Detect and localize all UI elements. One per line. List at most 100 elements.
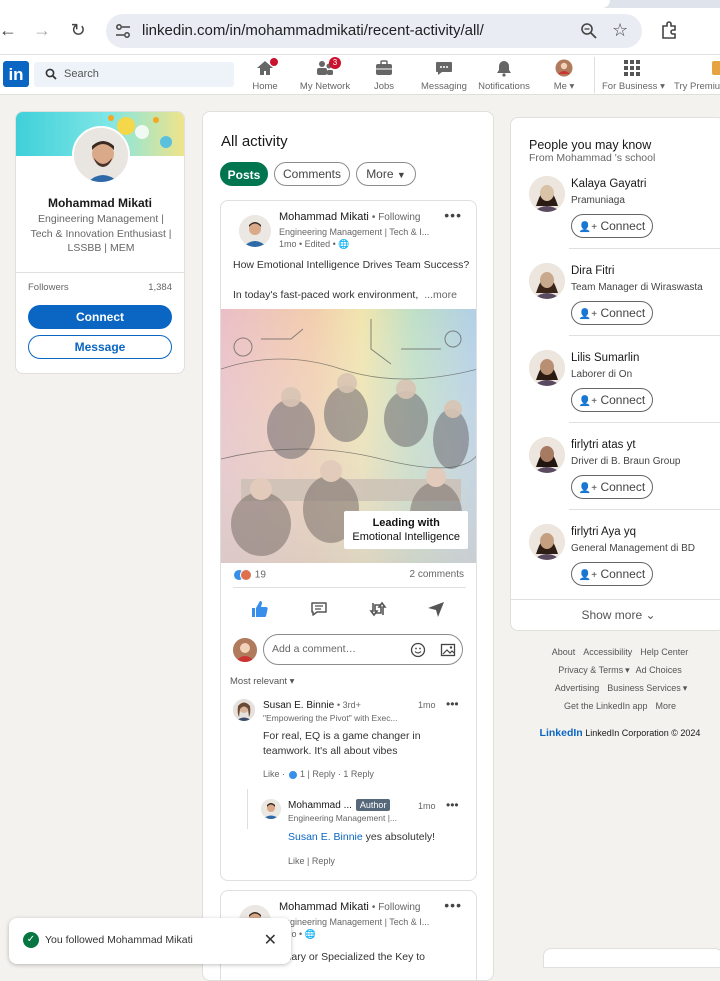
nav-for-business-label: For Business — [602, 81, 658, 92]
comment-icon[interactable] — [309, 599, 329, 619]
comment-text: For real, EQ is a game changer in teamwo… — [263, 730, 421, 757]
post-author-name[interactable]: Mohammad Mikati — [279, 901, 369, 913]
post-image[interactable]: Leading with Emotional Intelligence — [221, 309, 476, 563]
comment-like-button[interactable]: Like — [263, 769, 280, 779]
linkedin-logo[interactable]: in — [3, 61, 29, 87]
comment-author-avatar[interactable] — [233, 699, 255, 721]
footer-link[interactable]: Business Services — [607, 683, 681, 693]
connect-button[interactable]: 👤+ Connect — [571, 475, 653, 499]
caret-down-icon: ▾ — [660, 81, 665, 92]
toast-text: You followed Mohammad Mikati — [45, 934, 193, 946]
show-more-button[interactable]: Show more ⌄ — [511, 608, 720, 622]
person-name[interactable]: firlytri atas yt — [571, 439, 636, 451]
reply-time: 1mo — [418, 801, 436, 811]
connect-label: Connect — [600, 306, 646, 320]
sort-dropdown[interactable]: Most relevant ▾ — [230, 676, 294, 687]
connect-button[interactable]: 👤+ Connect — [571, 301, 653, 325]
search-bar[interactable]: Search — [34, 62, 234, 87]
bookmark-star-icon[interactable]: ☆ — [612, 20, 628, 41]
mention-link[interactable]: Susan E. Binnie — [288, 831, 363, 843]
follow-toast: ✓ You followed Mohammad Mikati ✕ — [9, 918, 291, 964]
url-text[interactable]: linkedin.com/in/mohammadmikati/recent-ac… — [142, 22, 484, 39]
back-arrow-icon[interactable]: ← — [0, 18, 20, 42]
nav-jobs[interactable]: Jobs — [370, 59, 398, 92]
repost-icon[interactable] — [368, 599, 388, 619]
footer-link[interactable]: Privacy & Terms — [558, 665, 623, 675]
tab-comments[interactable]: Comments — [274, 162, 350, 186]
comment-reply-button[interactable]: Reply — [312, 769, 335, 779]
tab-more[interactable]: More ▼ — [356, 162, 416, 186]
footer-link[interactable]: More — [656, 701, 677, 711]
close-icon[interactable]: ✕ — [264, 930, 277, 950]
person-avatar[interactable] — [529, 524, 565, 560]
person-name[interactable]: firlytri Aya yq — [571, 526, 636, 538]
messaging-overlay[interactable] — [543, 948, 720, 968]
linkedin-header: in Search Home 3 My Network Jobs Messagi… — [0, 55, 720, 95]
send-icon[interactable] — [426, 599, 446, 619]
comment-author-name[interactable]: Susan E. Binnie — [263, 700, 334, 711]
footer-link[interactable]: Ad Choices — [636, 665, 682, 675]
nav-home[interactable]: Home — [250, 58, 280, 92]
more-options-icon[interactable]: ••• — [444, 207, 462, 223]
person-avatar[interactable] — [529, 350, 565, 386]
site-settings-icon[interactable] — [114, 22, 132, 40]
person-avatar[interactable] — [529, 437, 565, 473]
person-avatar[interactable] — [529, 263, 565, 299]
tab-posts[interactable]: Posts — [220, 162, 268, 186]
reply-author-name[interactable]: Mohammad ... — [288, 800, 352, 811]
nav-for-business[interactable]: For Business ▾ — [602, 59, 665, 92]
footer-link[interactable]: Advertising — [555, 683, 600, 693]
more-options-icon[interactable]: ••• — [444, 897, 462, 913]
person-name[interactable]: Lilis Sumarlin — [571, 352, 639, 364]
nav-messaging[interactable]: Messaging — [420, 59, 468, 92]
person-avatar[interactable] — [529, 176, 565, 212]
post-author-name[interactable]: Mohammad Mikati — [279, 211, 369, 223]
person-name[interactable]: Kalaya Gayatri — [571, 178, 646, 190]
extensions-icon[interactable] — [660, 20, 680, 40]
comment-more-icon[interactable]: ••• — [446, 697, 459, 711]
person-headline: Team Manager di Wiraswasta — [571, 282, 703, 293]
active-tab[interactable] — [0, 0, 610, 8]
followers-count: 1,384 — [148, 282, 172, 293]
nav-notifications[interactable]: Notifications — [478, 59, 530, 92]
search-input[interactable]: Search — [64, 68, 99, 80]
footer-link[interactable]: About — [552, 647, 576, 657]
reply-like-button[interactable]: Like — [288, 856, 305, 866]
image-upload-icon[interactable] — [440, 642, 456, 658]
reactions-summary[interactable]: 19 — [233, 569, 266, 581]
like-icon[interactable] — [249, 599, 269, 619]
footer-link[interactable]: Get the LinkedIn app — [564, 701, 648, 711]
reply-reply-button[interactable]: Reply — [312, 856, 335, 866]
forward-arrow-icon[interactable]: → — [30, 18, 54, 42]
connect-button[interactable]: Connect — [28, 305, 172, 329]
post-author-avatar[interactable] — [239, 215, 271, 247]
divider — [569, 422, 720, 423]
comment-input[interactable]: Add a comment… — [263, 634, 463, 665]
reload-icon[interactable]: ↻ — [66, 18, 90, 42]
profile-avatar[interactable] — [72, 126, 130, 184]
reply-author-avatar[interactable] — [261, 799, 281, 819]
footer-link[interactable]: Help Center — [640, 647, 688, 657]
reply-more-icon[interactable]: ••• — [446, 798, 459, 812]
nav-try-premium[interactable]: Try Premium — [674, 59, 720, 92]
connect-button[interactable]: 👤+ Connect — [571, 562, 653, 586]
briefcase-icon — [374, 59, 394, 77]
address-bar[interactable]: linkedin.com/in/mohammadmikati/recent-ac… — [106, 14, 642, 48]
connect-button[interactable]: 👤+ Connect — [571, 214, 653, 238]
emoji-icon[interactable] — [410, 642, 426, 658]
profile-name[interactable]: Mohammad Mikati — [16, 196, 184, 210]
footer-row: About Accessibility Help Center — [520, 643, 720, 661]
people-you-may-know: People you may know From Mohammad 's sch… — [510, 117, 720, 631]
nav-my-network[interactable]: 3 My Network — [299, 57, 351, 92]
message-button[interactable]: Message — [28, 335, 172, 359]
footer-link[interactable]: Accessibility — [583, 647, 632, 657]
see-more-link[interactable]: ...more — [424, 289, 457, 301]
connect-button[interactable]: 👤+ Connect — [571, 388, 653, 412]
nav-me[interactable]: Me ▾ — [551, 59, 577, 92]
comment-reply-count[interactable]: 1 Reply — [343, 769, 374, 779]
person-name[interactable]: Dira Fitri — [571, 265, 614, 277]
zoom-icon[interactable] — [580, 22, 598, 40]
comments-count[interactable]: 2 comments — [410, 569, 464, 580]
divider — [569, 509, 720, 510]
add-person-icon: 👤+ — [578, 309, 598, 320]
